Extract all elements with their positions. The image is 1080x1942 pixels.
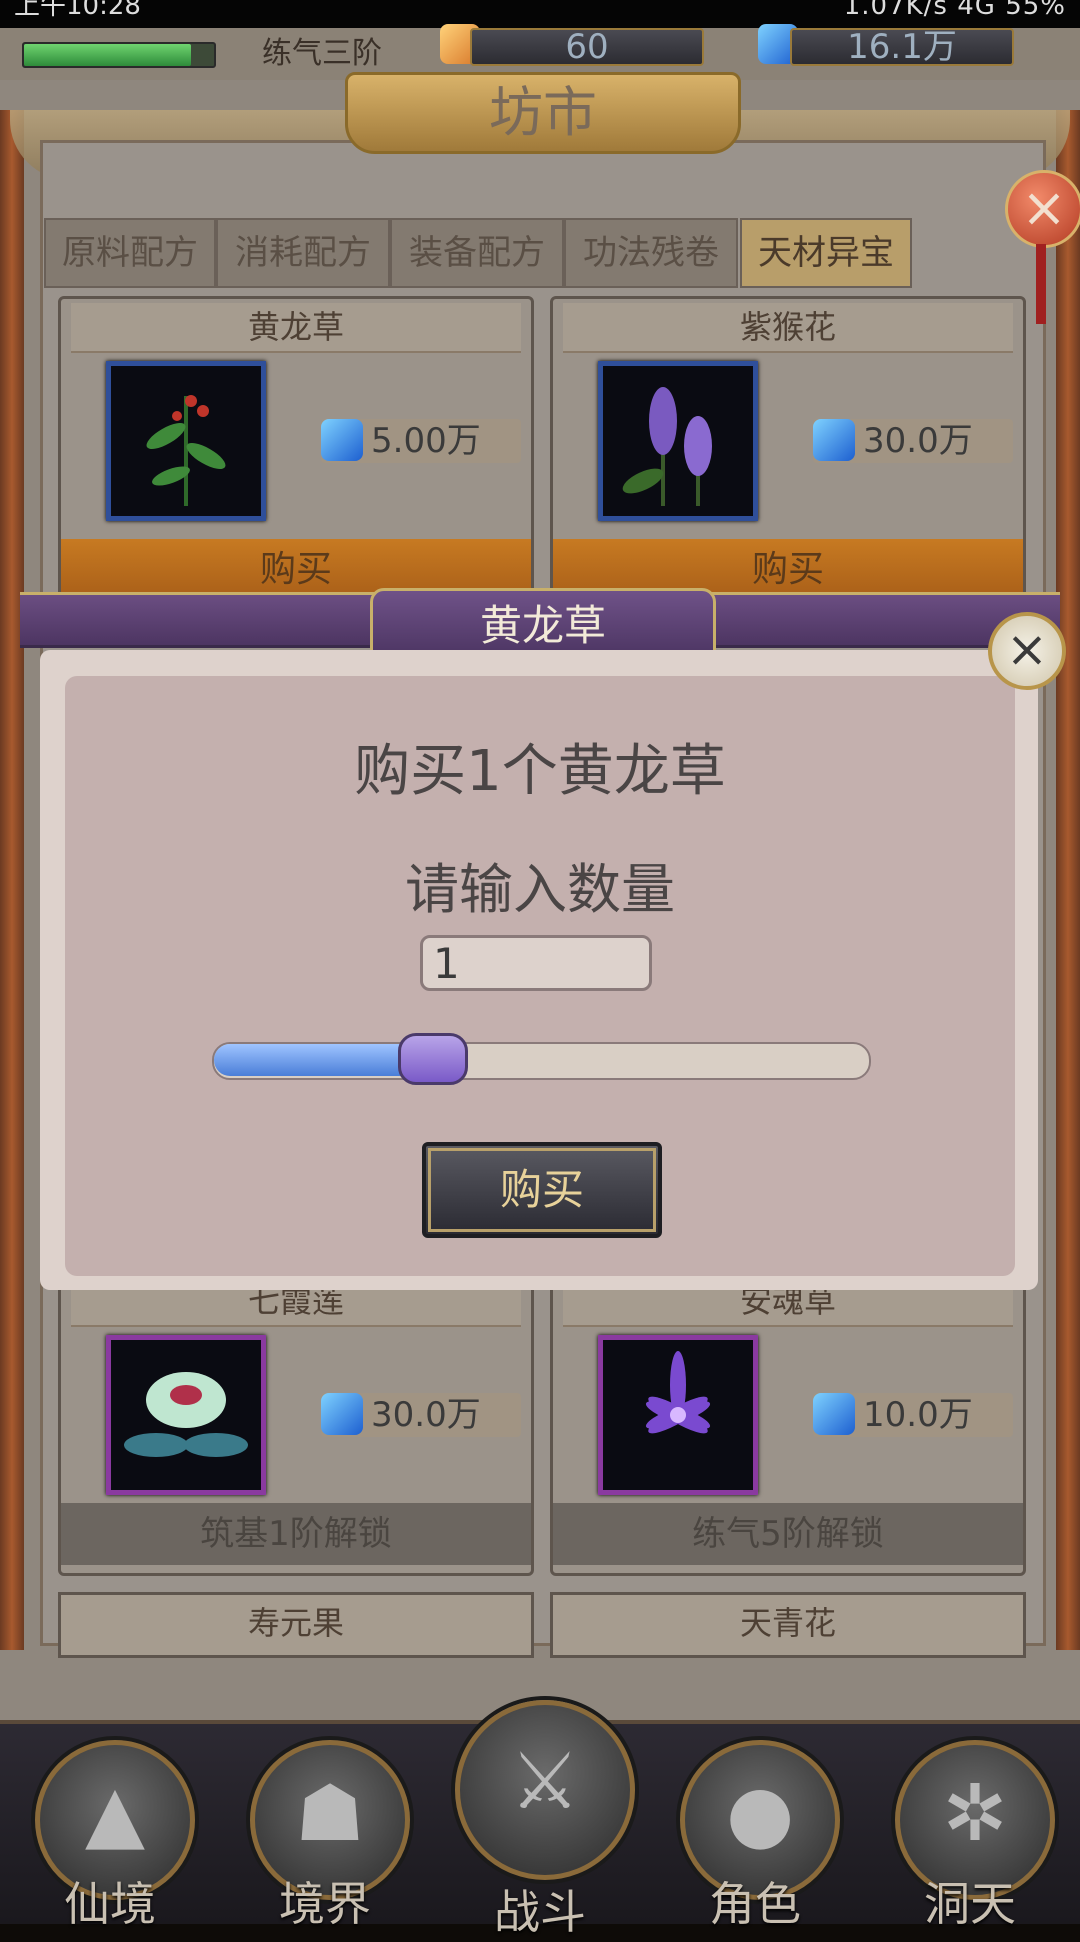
purple-flower-icon	[598, 361, 758, 521]
nav-label: 境界	[279, 1877, 371, 1931]
frame-pillar-right	[1056, 110, 1080, 1650]
item-card: 安魂草 10.0万 练气5阶解锁	[550, 1270, 1026, 1576]
status-bar: 上午10:28 1.07K/s 4G 55%	[0, 0, 1080, 28]
lotus-icon	[106, 1335, 266, 1495]
item-card: 黄龙草 5.00万 购买	[58, 296, 534, 607]
tab-rare-treasures[interactable]: 天材异宝	[740, 218, 912, 288]
nav-label: 战斗	[494, 1885, 586, 1939]
tassel-decoration	[1036, 244, 1046, 324]
crossed-swords-icon: ⚔	[510, 1737, 580, 1827]
price-tag: 5.00万	[321, 419, 521, 463]
shop-title: 坊市	[345, 72, 741, 154]
nav-battle[interactable]: ⚔	[455, 1700, 635, 1880]
item-card: 七霞莲 30.0万 筑基1阶解锁	[58, 1270, 534, 1576]
status-indicators: 1.07K/s 4G 55%	[843, 0, 1066, 21]
close-icon: ×	[1006, 620, 1048, 678]
price-tag: 30.0万	[321, 1393, 521, 1437]
purchase-message: 购买1个黄龙草	[354, 739, 726, 804]
tab-raw-materials[interactable]: 原料配方	[44, 218, 216, 288]
close-icon: ×	[1021, 176, 1067, 239]
confirm-buy-button[interactable]: 购买	[422, 1142, 662, 1238]
frame-pillar-left	[0, 110, 24, 1650]
nav-label: 仙境	[64, 1877, 156, 1931]
item-name: 紫猴花	[563, 303, 1013, 353]
gem-icon	[813, 1393, 855, 1435]
gem-icon	[321, 1393, 363, 1435]
tab-skill-scrolls[interactable]: 功法残卷	[564, 218, 738, 288]
unlock-requirement: 练气5阶解锁	[553, 1503, 1023, 1565]
meditation-icon: ☗	[295, 1769, 365, 1859]
item-card-partial: 寿元果	[58, 1592, 534, 1658]
dialog-close-button[interactable]: ×	[988, 612, 1066, 690]
slider-handle[interactable]	[398, 1033, 468, 1085]
status-time: 上午10:28	[14, 0, 141, 21]
tab-consumables[interactable]: 消耗配方	[216, 218, 390, 288]
yellow-dragon-herb-icon	[106, 361, 266, 521]
quantity-prompt: 请输入数量	[405, 858, 675, 921]
item-card-partial: 天青花	[550, 1592, 1026, 1658]
shop-close-button[interactable]: ×	[1005, 170, 1080, 248]
triple-swirl-icon: ✲	[942, 1769, 1008, 1859]
gem-icon	[321, 419, 363, 461]
health-bar	[22, 42, 216, 68]
nav-label: 洞天	[924, 1877, 1016, 1931]
item-card: 紫猴花 30.0万 购买	[550, 296, 1026, 607]
realm-label: 练气三阶	[262, 36, 382, 71]
item-name: 黄龙草	[71, 303, 521, 353]
gem-amount: 16.1万	[790, 28, 1014, 66]
gold-amount: 60	[470, 28, 704, 66]
soul-grass-icon	[598, 1335, 758, 1495]
quantity-input[interactable]	[420, 935, 652, 991]
character-icon: ●	[725, 1769, 795, 1859]
price-tag: 10.0万	[813, 1393, 1013, 1437]
nav-label: 角色	[709, 1877, 801, 1931]
tab-equipment[interactable]: 装备配方	[390, 218, 564, 288]
unlock-requirement: 筑基1阶解锁	[61, 1503, 531, 1565]
mountain-icon: ▲	[85, 1769, 145, 1859]
slider-fill	[214, 1044, 429, 1076]
gem-icon	[813, 419, 855, 461]
price-tag: 30.0万	[813, 419, 1013, 463]
